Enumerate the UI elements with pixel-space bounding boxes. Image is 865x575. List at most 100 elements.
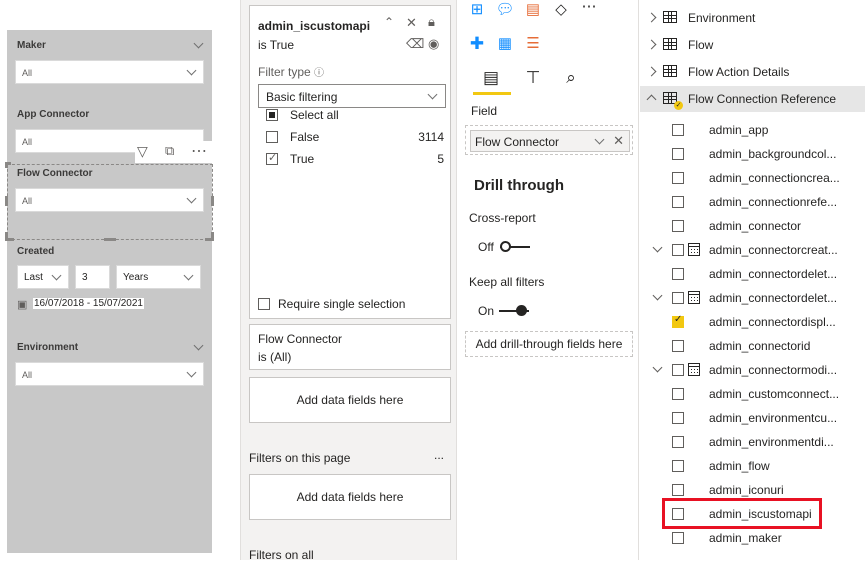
checkbox[interactable] bbox=[672, 484, 684, 496]
checkbox[interactable] bbox=[672, 196, 684, 208]
smart-narrative-icon[interactable]: ▤ bbox=[523, 0, 543, 20]
field-pill-flow-connector[interactable]: Flow Connector ✕ bbox=[470, 130, 630, 152]
checkbox[interactable] bbox=[672, 292, 684, 304]
field-row[interactable]: admin_customconnect... bbox=[640, 382, 865, 406]
checkbox[interactable] bbox=[672, 268, 684, 280]
add-data-fields-page[interactable]: Add data fields here bbox=[249, 474, 451, 520]
filter-option-true[interactable]: True 5 bbox=[266, 150, 446, 168]
filter-type-dropdown[interactable]: Basic filtering bbox=[258, 84, 446, 108]
field-row[interactable]: admin_backgroundcol... bbox=[640, 142, 865, 166]
period-count-input[interactable]: 3 bbox=[75, 265, 110, 289]
filter-icon[interactable]: ▽ bbox=[137, 143, 148, 160]
flow-connector-slicer-dropdown[interactable]: All bbox=[15, 188, 204, 212]
resize-handle[interactable] bbox=[5, 162, 8, 168]
analytics-tab-icon[interactable]: ⌕ bbox=[561, 68, 581, 88]
checkbox-checked[interactable] bbox=[672, 314, 684, 328]
filter-option-select-all[interactable]: Select all bbox=[266, 106, 446, 124]
checkbox[interactable] bbox=[672, 244, 684, 256]
checkbox[interactable] bbox=[672, 532, 684, 544]
table-name: Flow bbox=[688, 38, 714, 52]
filter-option-false[interactable]: False 3114 bbox=[266, 128, 446, 146]
table-environment[interactable]: Environment bbox=[640, 5, 865, 31]
field-row-hierarchy[interactable]: admin_connectorcreat... bbox=[640, 238, 865, 262]
table-flow-action-details[interactable]: Flow Action Details bbox=[640, 59, 865, 85]
chevron-down-icon[interactable] bbox=[594, 134, 605, 145]
relative-period-dropdown[interactable]: Last bbox=[17, 265, 69, 289]
collapse-icon[interactable]: ⌃ bbox=[384, 15, 394, 29]
more-options-icon[interactable]: ⋯ bbox=[191, 141, 207, 161]
focus-mode-icon[interactable]: ⧉ bbox=[165, 143, 174, 159]
fields-tab-icon[interactable]: ▤ bbox=[481, 68, 501, 88]
checkbox[interactable] bbox=[672, 124, 684, 136]
format-tab-icon[interactable]: ⊤ bbox=[523, 68, 543, 88]
checkbox[interactable] bbox=[672, 460, 684, 472]
paginated-report-icon[interactable]: ◇ bbox=[551, 0, 571, 20]
field-well[interactable]: Flow Connector ✕ bbox=[465, 125, 633, 155]
checkbox[interactable] bbox=[672, 148, 684, 160]
checkbox[interactable] bbox=[672, 364, 684, 376]
chevron-down-icon[interactable] bbox=[652, 362, 663, 373]
checkbox[interactable] bbox=[266, 151, 278, 165]
resize-handle[interactable] bbox=[5, 196, 8, 206]
chevron-right-icon[interactable] bbox=[646, 66, 657, 77]
chevron-right-icon[interactable] bbox=[646, 39, 657, 50]
cross-report-toggle[interactable] bbox=[500, 240, 530, 254]
chevron-down-icon[interactable] bbox=[652, 290, 663, 301]
checkbox[interactable] bbox=[672, 412, 684, 424]
checkbox[interactable] bbox=[672, 220, 684, 232]
field-row[interactable]: admin_connectionrefe... bbox=[640, 190, 865, 214]
field-row[interactable]: admin_environmentcu... bbox=[640, 406, 865, 430]
checkbox[interactable] bbox=[672, 436, 684, 448]
field-row[interactable]: admin_connector bbox=[640, 214, 865, 238]
checkbox[interactable] bbox=[672, 388, 684, 400]
field-row[interactable]: admin_connectioncrea... bbox=[640, 166, 865, 190]
resize-handle[interactable] bbox=[211, 196, 214, 206]
custom-visual-icon[interactable]: ☰ bbox=[523, 34, 543, 54]
field-row[interactable]: admin_connectordispl... bbox=[640, 310, 865, 334]
maker-slicer-dropdown[interactable]: All bbox=[15, 60, 204, 84]
report-canvas[interactable]: Maker All App Connector All ▽ ⧉ ⋯ Flow C… bbox=[5, 30, 215, 553]
field-row[interactable]: admin_environmentdi... bbox=[640, 430, 865, 454]
field-row-hierarchy[interactable]: admin_connectormodi... bbox=[640, 358, 865, 382]
field-row[interactable]: admin_app bbox=[640, 118, 865, 142]
period-unit-dropdown[interactable]: Years bbox=[116, 265, 201, 289]
field-row[interactable]: admin_maker bbox=[640, 526, 865, 550]
table-flow-connection-reference[interactable]: ✓ Flow Connection Reference bbox=[640, 86, 865, 112]
chevron-right-icon[interactable] bbox=[646, 12, 657, 23]
require-single-selection[interactable]: Require single selection bbox=[258, 295, 438, 313]
qa-icon[interactable]: 💬︎ bbox=[495, 0, 515, 20]
checkbox[interactable] bbox=[266, 109, 278, 121]
more-visuals-icon[interactable]: ⋯ bbox=[579, 0, 599, 17]
power-automate-icon[interactable]: ▦ bbox=[495, 34, 515, 54]
remove-field-icon[interactable]: ✕ bbox=[613, 133, 624, 149]
checkbox[interactable] bbox=[258, 298, 270, 310]
more-options-icon[interactable]: ... bbox=[434, 448, 444, 462]
lock-icon[interactable]: 🔒︎ bbox=[428, 14, 435, 30]
chevron-down-icon[interactable] bbox=[193, 340, 204, 351]
checkbox[interactable] bbox=[672, 340, 684, 352]
eye-icon[interactable]: ◉ bbox=[428, 36, 439, 52]
checkbox[interactable] bbox=[266, 131, 278, 143]
add-data-fields-visual[interactable]: Add data fields here bbox=[249, 377, 451, 423]
chevron-down-icon[interactable] bbox=[652, 242, 663, 253]
resize-handle[interactable] bbox=[5, 232, 8, 241]
chevron-down-icon[interactable] bbox=[193, 38, 204, 49]
decomposition-tree-icon[interactable]: ⊞ bbox=[467, 0, 487, 20]
filter-card-flow-connector[interactable]: Flow Connector is (All) bbox=[249, 324, 451, 370]
checkbox[interactable] bbox=[672, 172, 684, 184]
keep-filters-toggle[interactable] bbox=[499, 304, 529, 318]
eraser-icon[interactable]: ⌫ bbox=[406, 36, 424, 52]
chevron-up-icon[interactable] bbox=[646, 94, 657, 105]
field-row[interactable]: admin_connectorid bbox=[640, 334, 865, 358]
resize-handle[interactable] bbox=[211, 232, 214, 241]
field-row-hierarchy[interactable]: admin_connectordelet... bbox=[640, 286, 865, 310]
power-apps-icon[interactable]: ✚ bbox=[467, 34, 487, 54]
filter-card-iscustomapi[interactable]: admin_iscustomapi ⌃ ✕ 🔒︎ is True ⌫ ◉ Fil… bbox=[249, 5, 451, 319]
drill-through-drop-zone[interactable]: Add drill-through fields here bbox=[465, 331, 633, 357]
table-flow[interactable]: Flow bbox=[640, 32, 865, 58]
field-row[interactable]: admin_connectordelet... bbox=[640, 262, 865, 286]
environment-slicer-dropdown[interactable]: All bbox=[15, 362, 204, 386]
field-row[interactable]: admin_flow bbox=[640, 454, 865, 478]
close-icon[interactable]: ✕ bbox=[406, 15, 417, 31]
resize-handle[interactable] bbox=[104, 238, 116, 241]
